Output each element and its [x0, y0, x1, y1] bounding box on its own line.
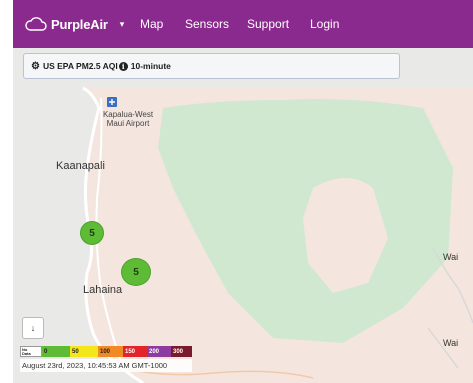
top-navbar: PurpleAir ▾ Map Sensors Support Login: [13, 0, 473, 48]
airport-label: Kapalua-West Maui Airport: [102, 110, 154, 128]
brand-name: PurpleAir: [51, 16, 108, 32]
legend-nodata-label: No Data: [22, 346, 31, 356]
nav-login[interactable]: Login: [310, 17, 339, 31]
map-tiles: [13, 48, 473, 383]
nav-map[interactable]: Map: [140, 17, 163, 31]
chevron-down-icon[interactable]: ▾: [120, 19, 125, 30]
download-button[interactable]: ↓: [22, 317, 44, 339]
brand-logo[interactable]: PurpleAir ▾: [25, 17, 124, 32]
aqi-type-label: US EPA PM2.5 AQI: [42, 61, 118, 71]
nav-sensors[interactable]: Sensors: [185, 17, 229, 31]
info-icon[interactable]: i: [118, 61, 128, 71]
download-icon: ↓: [30, 323, 36, 333]
nav-support[interactable]: Support: [247, 17, 289, 31]
legend-stop: 200: [147, 346, 171, 357]
sensor-marker[interactable]: 5: [80, 221, 104, 245]
legend-stop: 300: [171, 346, 192, 357]
aqi-legend: No Data 0 50 100 150 200 300: [20, 346, 192, 357]
legend-stop: 50: [70, 346, 98, 357]
town-kaanapali: Kaanapali: [56, 160, 105, 172]
map-canvas[interactable]: Kapalua-West Maui Airport Kaanapali Laha…: [13, 48, 473, 383]
edge-label-top: Wai: [443, 252, 459, 262]
town-lahaina: Lahaina: [83, 284, 123, 296]
sensor-marker[interactable]: 5: [121, 258, 151, 286]
legend-stop: 0: [42, 346, 70, 357]
legend-nodata: No Data: [20, 346, 42, 357]
legend-stop: 100: [98, 346, 123, 357]
gear-icon[interactable]: ⚙: [31, 61, 40, 72]
data-timestamp: August 23rd, 2023, 10:45:53 AM GMT-1000: [20, 359, 192, 372]
cloud-icon: [25, 17, 47, 31]
legend-stop: 150: [123, 346, 147, 357]
aqi-settings-panel[interactable]: ⚙ US EPA PM2.5 AQI i 10-minute: [23, 53, 400, 79]
edge-label-bottom: Wai: [443, 338, 459, 348]
aqi-period-label: 10-minute: [130, 61, 171, 71]
